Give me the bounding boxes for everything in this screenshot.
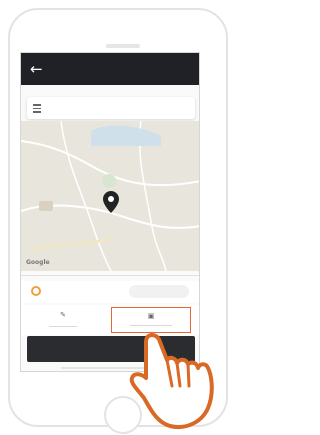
- car-icon: ▣: [147, 312, 155, 320]
- address-search-bar[interactable]: [27, 97, 195, 119]
- location-pin-icon: [103, 191, 119, 213]
- app-screen: ← Google ✎ ▣: [20, 52, 200, 372]
- menu-icon[interactable]: [33, 102, 41, 114]
- option-underline: [49, 326, 77, 327]
- origin-marker-icon: [31, 286, 41, 296]
- location-selector[interactable]: [21, 281, 199, 303]
- back-arrow-icon[interactable]: ←: [30, 61, 46, 77]
- map-provider-logo: Google: [26, 259, 50, 266]
- edit-icon: ✎: [60, 311, 66, 319]
- section-divider: [21, 275, 199, 276]
- tap-hand-icon: [129, 333, 214, 429]
- option-left[interactable]: ✎: [31, 307, 95, 333]
- selector-pill[interactable]: [129, 285, 189, 298]
- phone-speaker: [106, 44, 140, 48]
- option-underline: [130, 325, 172, 326]
- app-header: ←: [21, 53, 199, 85]
